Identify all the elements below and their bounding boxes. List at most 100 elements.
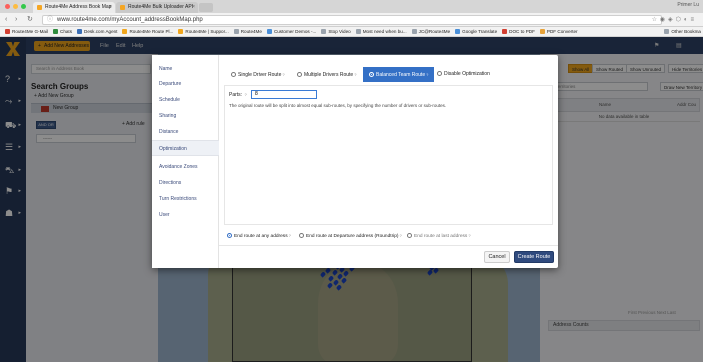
page-info-icon[interactable]: ⓘ [47,16,53,24]
browser-toolbar: ‹ › ↻ ⓘ www.route4me.com/myAccount_addre… [0,13,703,27]
bookmark-label: Route4Me | Suppor... [185,29,229,34]
bookmark-label: Chats [60,29,73,34]
bookmark-star-icon[interactable]: ☆ [652,16,657,24]
radio-selected-icon [369,72,374,77]
bookmark-label: Stop Video [328,29,351,34]
optimization-section: Single Driver Route? Multiple Drivers Ro… [219,55,558,268]
bookmark-label: Customer Demos -... [273,29,317,34]
dialog-nav-optimization[interactable]: Optimization [152,140,219,156]
close-tab-icon[interactable]: × [109,2,112,13]
balanced-route-description: The original route will be split into al… [229,103,447,108]
dialog-nav-departure[interactable]: Departure [152,76,219,92]
bookmark-item[interactable]: Customer Demos -... [266,27,317,36]
disable-optimization-option[interactable]: Disable Optimization [437,67,490,82]
dialog-nav-directions[interactable]: Directions [152,175,219,191]
route4me-favicon-icon [120,5,125,10]
dialog-nav-name[interactable]: Name [152,61,219,77]
option-label: End route at Departure address (Roundtri… [306,234,399,239]
bookmark-item[interactable]: Chats [53,27,73,36]
option-label: Single Driver Route [238,72,282,78]
minimize-window-icon[interactable] [13,4,18,9]
create-route-dialog: Name Departure Schedule Sharing Distance Opti… [152,55,558,268]
profile-name[interactable]: Primer Lu [677,2,699,8]
bookmark-favicon-icon [321,29,327,34]
bookmark-item[interactable]: JC@Route4Me [411,27,451,36]
parts-input[interactable]: 8 [251,90,317,99]
new-tab-button[interactable] [199,3,213,12]
route4me-favicon-icon [37,5,42,10]
dialog-nav-schedule[interactable]: Schedule [152,92,219,108]
help-icon[interactable]: ? [289,231,291,241]
bookmark-label: PDF Converter [546,29,578,34]
single-driver-route-option[interactable]: Single Driver Route? [231,67,285,82]
balanced-team-route-option[interactable]: Balanced Team Route? [363,67,435,82]
help-icon[interactable]: ? [354,67,356,82]
route-type-options: Single Driver Route? Multiple Drivers Ro… [229,67,549,82]
tab-label: Route4Me Bulk Uploader API [128,4,194,10]
bookmark-label: Route4Me [240,29,262,34]
option-label: Disable Optimization [444,71,490,77]
extension-icons[interactable]: ◉◈⬡◐≡ [660,16,697,23]
bookmark-favicon-icon [266,29,272,34]
parts-label: Parts: [229,92,243,98]
bookmark-item[interactable]: Stop Video [321,27,351,36]
bookmark-favicon-icon [5,29,10,34]
end-departure-roundtrip-option[interactable]: End route at Departure address (Roundtri… [299,231,402,242]
bookmark-item[interactable]: Route4Me | Suppor... [178,27,229,36]
close-tab-icon[interactable]: × [192,2,195,13]
option-label: Multiple Drivers Route [304,72,354,78]
dialog-nav-avoidance-zones[interactable]: Avoidance Zones [152,159,219,175]
dialog-nav-user[interactable]: User [152,207,219,223]
bookmark-favicon-icon [411,29,417,34]
radio-icon [297,72,302,77]
other-bookmarks-label: Other Bookma [671,29,701,34]
dialog-footer: Cancel Create Route [219,245,558,268]
bookmark-item[interactable]: Desk.com Agent [77,27,117,36]
bookmark-favicon-icon [539,29,545,34]
back-icon[interactable]: ‹ [5,15,7,25]
radio-icon [437,71,442,76]
option-label: Balanced Team Route [376,72,426,78]
bookmark-item[interactable]: DOC to PDF [502,27,535,36]
bookmark-label: JC@Route4Me [418,29,451,34]
bookmark-favicon-icon [178,29,184,34]
bookmark-item[interactable]: Route4Me [233,27,262,36]
help-icon[interactable]: ? [468,231,470,241]
end-any-address-option[interactable]: End route at any address? [227,231,291,242]
bookmark-item[interactable]: PDF Converter [539,27,578,36]
dialog-nav-sharing[interactable]: Sharing [152,108,219,124]
maximize-window-icon[interactable] [21,4,26,9]
address-bar[interactable]: ⓘ www.route4me.com/myAccount_addressBook… [42,15,662,25]
radio-icon [407,233,412,238]
bookmark-item[interactable]: Route4Me G-Mail [5,27,48,36]
help-icon[interactable]: ? [244,90,246,100]
multiple-drivers-route-option[interactable]: Multiple Drivers Route? [297,67,356,82]
reload-icon[interactable]: ↻ [27,15,33,25]
forward-icon[interactable]: › [15,15,17,25]
help-icon[interactable]: ? [282,67,284,82]
end-route-options: End route at any address? End route at D… [227,231,547,241]
cancel-button[interactable]: Cancel [484,251,510,263]
bookmark-favicon-icon [77,29,83,34]
bookmark-label: Route4Me Route Pl... [129,29,174,34]
bookmark-favicon-icon [355,29,361,34]
option-label: End route at last address [414,234,468,239]
tab-bulk-uploader[interactable]: Route4Me Bulk Uploader API × [116,2,198,13]
bookmark-item[interactable]: Most need when bu... [355,27,407,36]
dialog-section-nav: Name Departure Schedule Sharing Distance Opti… [152,55,219,268]
bookmark-item[interactable]: Route4Me Route Pl... [122,27,174,36]
bookmark-label: DOC to PDF [509,29,535,34]
bookmark-item[interactable]: Google Translate [455,27,497,36]
bookmarks-bar: Route4Me G-Mail Chats Desk.com Agent Route4… [0,27,703,37]
close-window-icon[interactable] [5,4,10,9]
other-bookmarks[interactable]: Other Bookma [660,27,701,36]
help-icon[interactable]: ? [426,67,428,82]
tab-label: Route4Me Address Book Map [45,4,112,10]
dialog-nav-turn-restrictions[interactable]: Turn Restrictions [152,191,219,207]
help-icon[interactable]: ? [400,231,402,241]
tab-address-book-map[interactable]: Route4Me Address Book Map × [33,2,115,13]
end-last-address-option[interactable]: End route at last address? [407,231,471,242]
dialog-nav-distance[interactable]: Distance [152,124,219,140]
radio-icon [299,233,304,238]
create-route-button[interactable]: Create Route [514,251,554,263]
